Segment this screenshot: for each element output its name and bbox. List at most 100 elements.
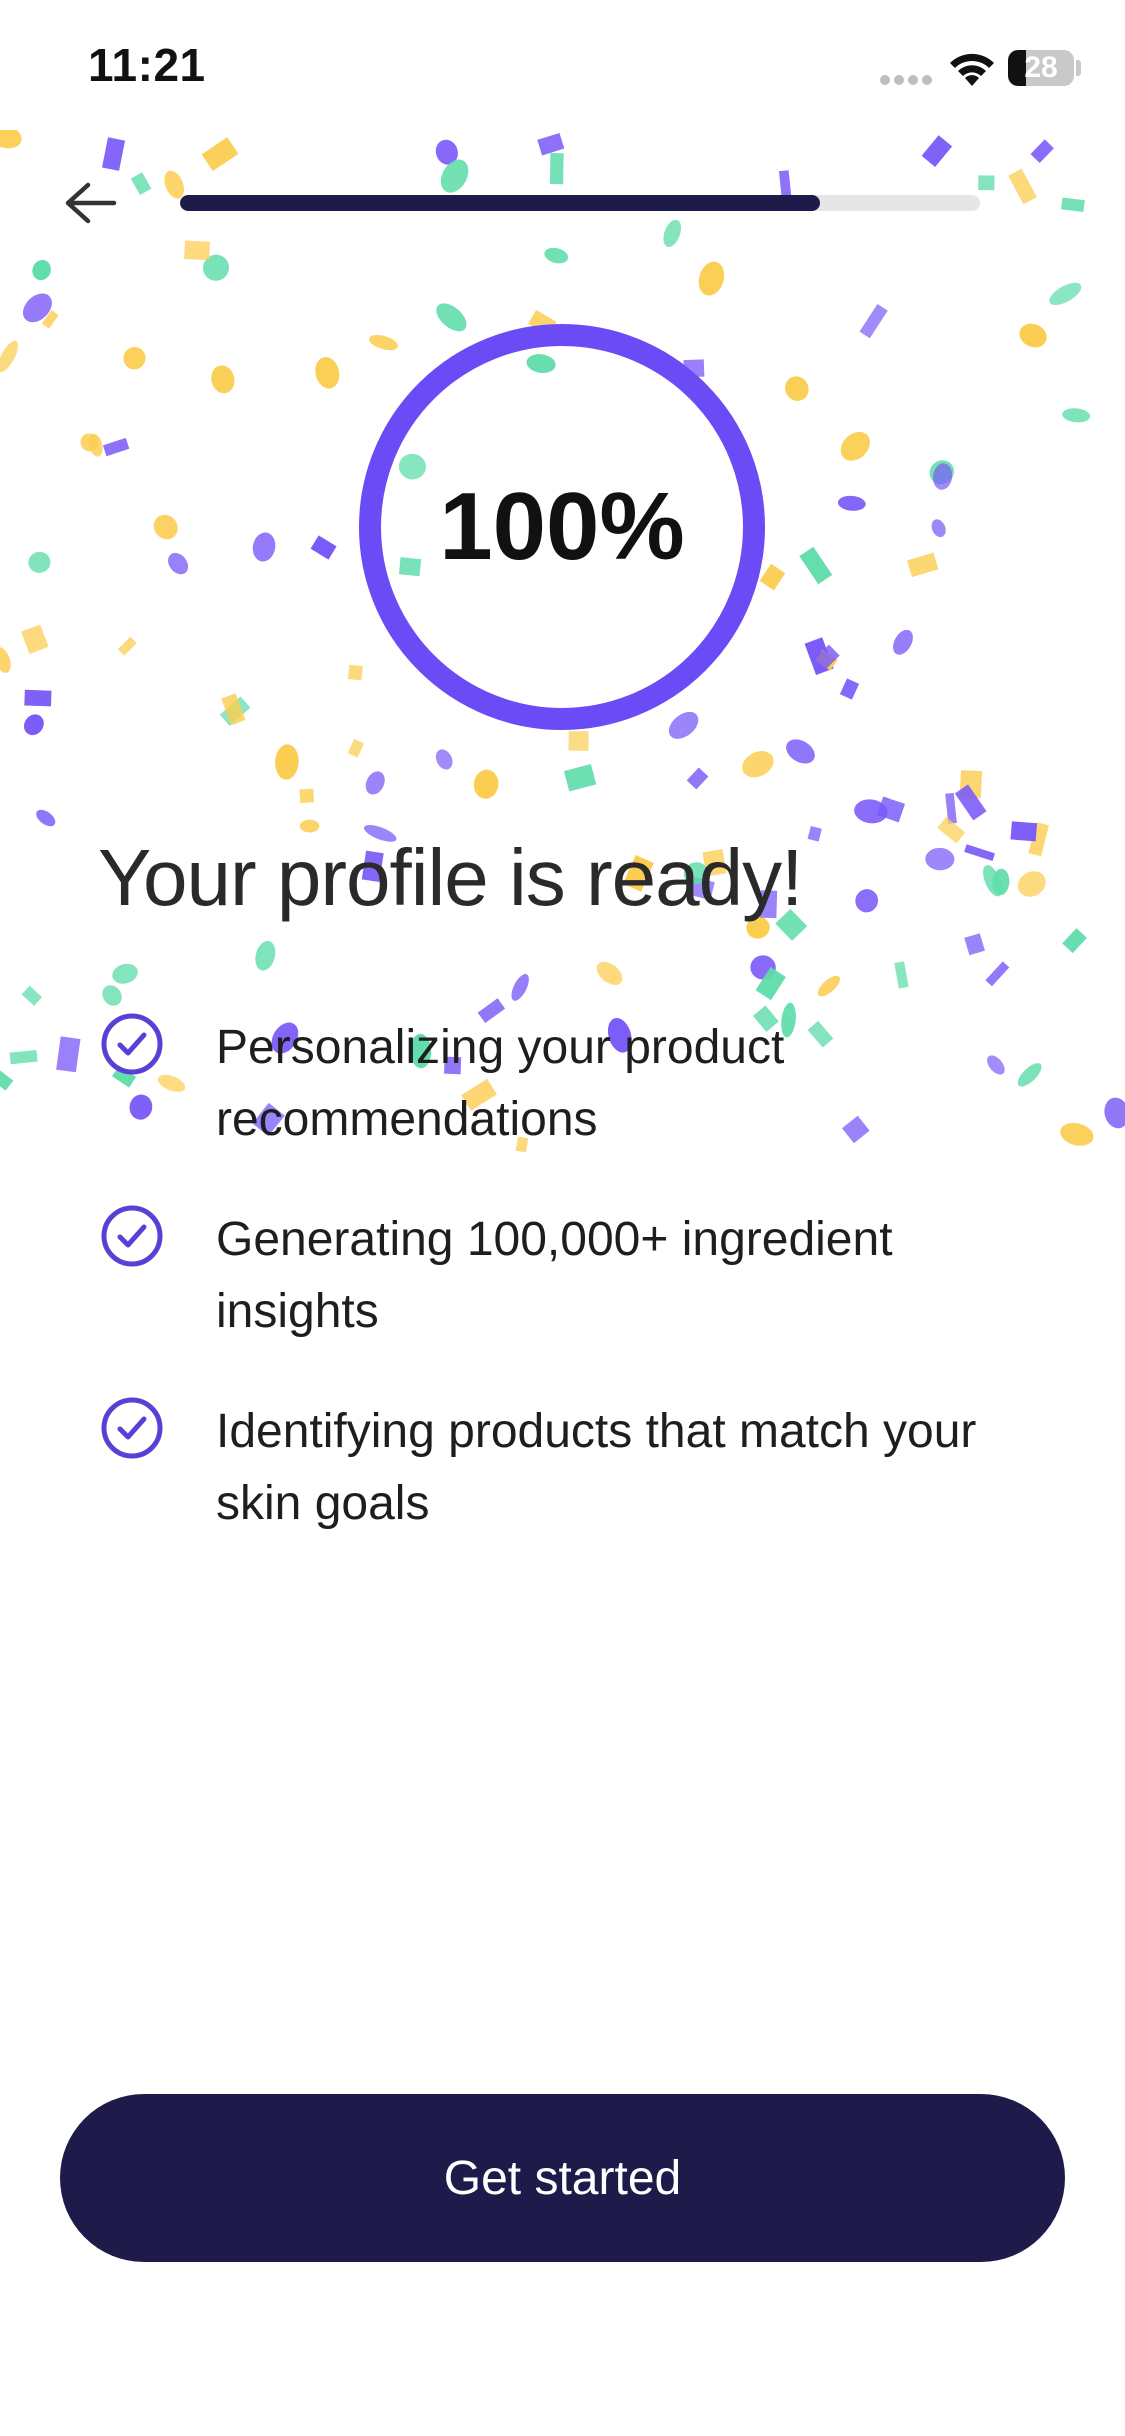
confetti-piece — [24, 689, 52, 707]
confetti-piece — [544, 247, 569, 264]
confetti-piece — [813, 644, 840, 671]
confetti-piece — [123, 347, 146, 370]
checklist-item-text: Identifying products that match your ski… — [216, 1405, 977, 1530]
confetti-piece — [21, 624, 49, 654]
confetti-piece — [859, 303, 888, 339]
get-started-button[interactable]: Get started — [60, 2094, 1065, 2262]
confetti-piece — [440, 159, 469, 193]
confetti-piece — [978, 175, 995, 191]
confetti-piece — [839, 678, 860, 700]
check-circle-icon — [101, 1205, 163, 1267]
confetti-piece — [840, 431, 870, 461]
confetti-piece — [28, 551, 51, 573]
confetti-piece — [435, 139, 458, 165]
battery-percent: 28 — [1024, 51, 1058, 84]
confetti-piece — [804, 637, 834, 675]
confetti-piece — [937, 816, 966, 844]
confetti-piece — [252, 532, 276, 562]
confetti-piece — [983, 865, 1002, 897]
confetti-piece — [41, 310, 59, 329]
confetti-piece — [1062, 408, 1091, 423]
confetti-piece — [1019, 323, 1047, 348]
confetti-piece — [0, 647, 11, 673]
confetti-piece — [959, 770, 983, 799]
confetti-piece — [201, 137, 239, 172]
confetti-piece — [1030, 139, 1054, 164]
confetti-piece — [22, 293, 52, 323]
confetti-piece — [1008, 168, 1037, 205]
confetti-piece — [153, 514, 178, 540]
confetti-piece — [755, 967, 786, 1001]
back-button[interactable] — [50, 168, 130, 238]
confetti-piece — [1061, 197, 1085, 213]
confetti-piece — [102, 985, 122, 1006]
checklist-item: Identifying products that match your ski… — [98, 1394, 1058, 1586]
confetti-piece — [117, 636, 137, 656]
wifi-icon — [950, 53, 994, 86]
completion-percent: 100% — [439, 473, 685, 580]
confetti-piece — [1028, 822, 1049, 857]
confetti-piece — [855, 889, 879, 913]
confetti-piece — [985, 961, 1010, 987]
checklist: Personalizing your product recommendatio… — [98, 1010, 1058, 1586]
confetti-piece — [203, 254, 230, 281]
confetti-piece — [219, 696, 251, 727]
confetti-piece — [21, 985, 43, 1006]
confetti-piece — [537, 132, 565, 156]
confetti-piece — [854, 799, 888, 824]
confetti-piece — [0, 130, 22, 149]
confetti-piece — [686, 767, 709, 790]
confetti-piece — [785, 376, 809, 401]
confetti-piece — [992, 868, 1010, 896]
confetti-piece — [168, 552, 189, 575]
confetti-piece — [817, 975, 841, 997]
confetti-piece — [1010, 821, 1038, 842]
check-circle-icon — [101, 1397, 163, 1459]
confetti-piece — [184, 240, 211, 261]
progress-bar — [180, 195, 980, 211]
confetti-piece — [568, 731, 589, 751]
confetti-piece — [894, 961, 909, 989]
confetti-piece — [112, 963, 138, 984]
confetti-piece — [102, 437, 130, 457]
confetti-piece — [102, 137, 126, 171]
progress-bar-fill — [180, 195, 820, 211]
confetti-piece — [299, 819, 320, 833]
checklist-item-text: Generating 100,000+ ingredient insights — [216, 1213, 893, 1338]
confetti-piece — [1104, 1097, 1125, 1129]
confetti-piece — [549, 153, 564, 185]
confetti-piece — [255, 940, 276, 971]
checklist-item-text: Personalizing your product recommendatio… — [216, 1021, 785, 1146]
arrow-left-icon — [65, 182, 117, 224]
confetti-piece — [435, 749, 453, 770]
confetti-piece — [211, 365, 235, 394]
confetti-piece — [807, 825, 822, 842]
confetti-piece — [932, 463, 953, 490]
confetti-piece — [80, 433, 99, 452]
confetti-piece — [511, 974, 529, 1001]
confetti-piece — [56, 1036, 81, 1073]
checklist-item: Personalizing your product recommendatio… — [98, 1010, 1058, 1202]
confetti-piece — [347, 738, 365, 758]
confetti-piece — [931, 519, 946, 538]
page-title: Your profile is ready! — [98, 833, 803, 922]
confetti-piece — [1049, 282, 1082, 306]
battery-icon: 28 — [1008, 50, 1074, 86]
confetti-piece — [876, 796, 905, 823]
confetti-piece — [32, 259, 51, 281]
confetti-piece — [1060, 1122, 1094, 1146]
checklist-item: Generating 100,000+ ingredient insights — [98, 1202, 1058, 1394]
status-bar: 11:21 28 — [0, 0, 1125, 130]
check-circle-icon — [101, 1013, 163, 1075]
confetti-piece — [310, 535, 337, 560]
confetti-piece — [921, 135, 953, 167]
confetti-piece — [799, 546, 833, 585]
confetti-piece — [929, 460, 955, 485]
confetti-piece — [130, 172, 152, 196]
confetti-piece — [1062, 928, 1087, 954]
confetti-piece — [36, 809, 56, 827]
signal-icon — [880, 72, 936, 90]
confetti-piece — [837, 495, 866, 511]
confetti-piece — [9, 1049, 38, 1065]
confetti-piece — [365, 771, 385, 795]
